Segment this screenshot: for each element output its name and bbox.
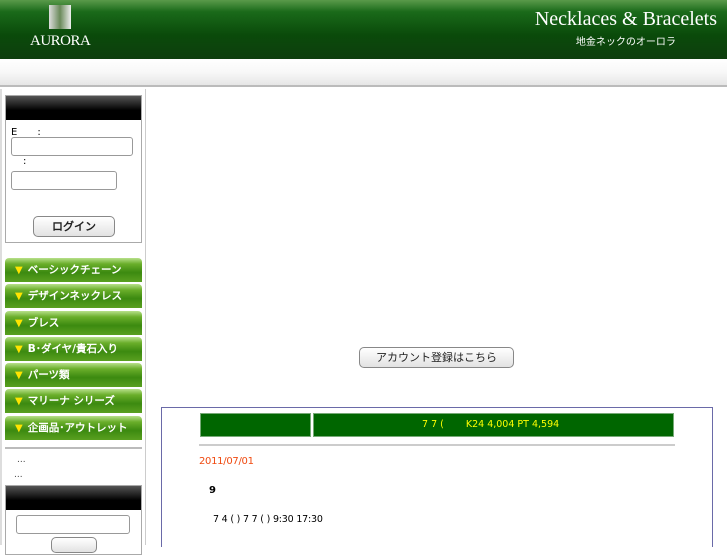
brand-japanese: 地金ネックのオーロラ bbox=[575, 37, 676, 48]
search-box-header bbox=[6, 486, 141, 510]
password-label: : bbox=[23, 156, 27, 167]
login-button[interactable]: ログイン bbox=[33, 216, 115, 237]
menu-item-diamond[interactable]: ▼ B･ダイヤ/貴石入り bbox=[5, 336, 142, 361]
gold-price-text: 7 7 ( K24 4,004 PT 4,594 bbox=[313, 413, 674, 437]
search-button[interactable] bbox=[51, 537, 97, 553]
logo-text: AURORA bbox=[30, 33, 91, 49]
menu-item-basic-chain[interactable]: ▼ ベーシックチェーン bbox=[5, 258, 142, 282]
menu-label: ベーシックチェーン bbox=[27, 264, 122, 276]
register-account-button[interactable]: アカウント登録はこちら bbox=[359, 347, 514, 368]
category-menu: ▼ ベーシックチェーン ▼ デザインネックレス ▼ ブレス ▼ B･ダイヤ/貴石入り ▼… bbox=[5, 258, 142, 442]
triangle-down-icon: ▼ bbox=[15, 343, 23, 355]
menu-label: マリーナ シリーズ bbox=[27, 395, 115, 408]
triangle-down-icon: ▼ bbox=[15, 317, 23, 329]
price-bar-label bbox=[200, 413, 311, 437]
menu-item-design-necklace[interactable]: ▼ デザインネックレス bbox=[5, 284, 142, 309]
triangle-down-icon: ▼ bbox=[15, 422, 23, 434]
password-input[interactable] bbox=[11, 171, 117, 190]
sidebar-link[interactable]: ... bbox=[14, 470, 23, 480]
left-border bbox=[0, 89, 2, 545]
triangle-down-icon: ▼ bbox=[15, 291, 23, 303]
menu-label: B･ダイヤ/貴石入り bbox=[27, 342, 118, 355]
menu-label: ブレス bbox=[27, 316, 60, 329]
news-panel: 7 7 ( K24 4,004 PT 4,594 2011/07/01 9 7 … bbox=[161, 407, 713, 547]
search-input[interactable] bbox=[16, 515, 130, 534]
brand-title: Necklaces & Bracelets 地金ネックのオーロラ bbox=[535, 8, 717, 48]
triangle-down-icon: ▼ bbox=[15, 265, 23, 276]
aurora-logo[interactable]: AURORA bbox=[30, 5, 91, 50]
news-title: 9 bbox=[209, 485, 216, 496]
sidebar-link[interactable]: ... bbox=[17, 455, 26, 465]
menu-item-marina-series[interactable]: ▼ マリーナ シリーズ bbox=[5, 389, 142, 414]
email-input[interactable] bbox=[11, 137, 133, 156]
menu-label: デザインネックレス bbox=[27, 290, 122, 303]
login-box: E : : ログイン bbox=[5, 95, 142, 243]
sidebar-divider bbox=[145, 89, 146, 545]
triangle-down-icon: ▼ bbox=[15, 396, 23, 408]
sidebar-separator bbox=[5, 447, 142, 449]
login-box-header bbox=[6, 96, 141, 120]
menu-item-bracelet[interactable]: ▼ ブレス bbox=[5, 310, 142, 335]
site-header: AURORA Necklaces & Bracelets 地金ネックのオーロラ bbox=[0, 0, 727, 59]
triangle-down-icon: ▼ bbox=[15, 370, 23, 382]
menu-label: パーツ類 bbox=[27, 369, 70, 382]
nav-strip bbox=[0, 59, 727, 87]
divider bbox=[199, 444, 675, 446]
news-date: 2011/07/01 bbox=[199, 456, 254, 467]
menu-item-parts[interactable]: ▼ パーツ類 bbox=[5, 363, 142, 388]
news-body: 7 4 ( ) 7 7 ( ) 9:30 17:30 bbox=[213, 514, 323, 525]
brand-english: Necklaces & Bracelets bbox=[534, 8, 717, 30]
email-label: E : bbox=[11, 127, 41, 138]
logo-mark-icon bbox=[49, 5, 71, 29]
menu-label: 企画品･アウトレット bbox=[27, 421, 128, 434]
price-bar: 7 7 ( K24 4,004 PT 4,594 bbox=[200, 413, 674, 437]
menu-item-outlet[interactable]: ▼ 企画品･アウトレット bbox=[5, 415, 142, 440]
